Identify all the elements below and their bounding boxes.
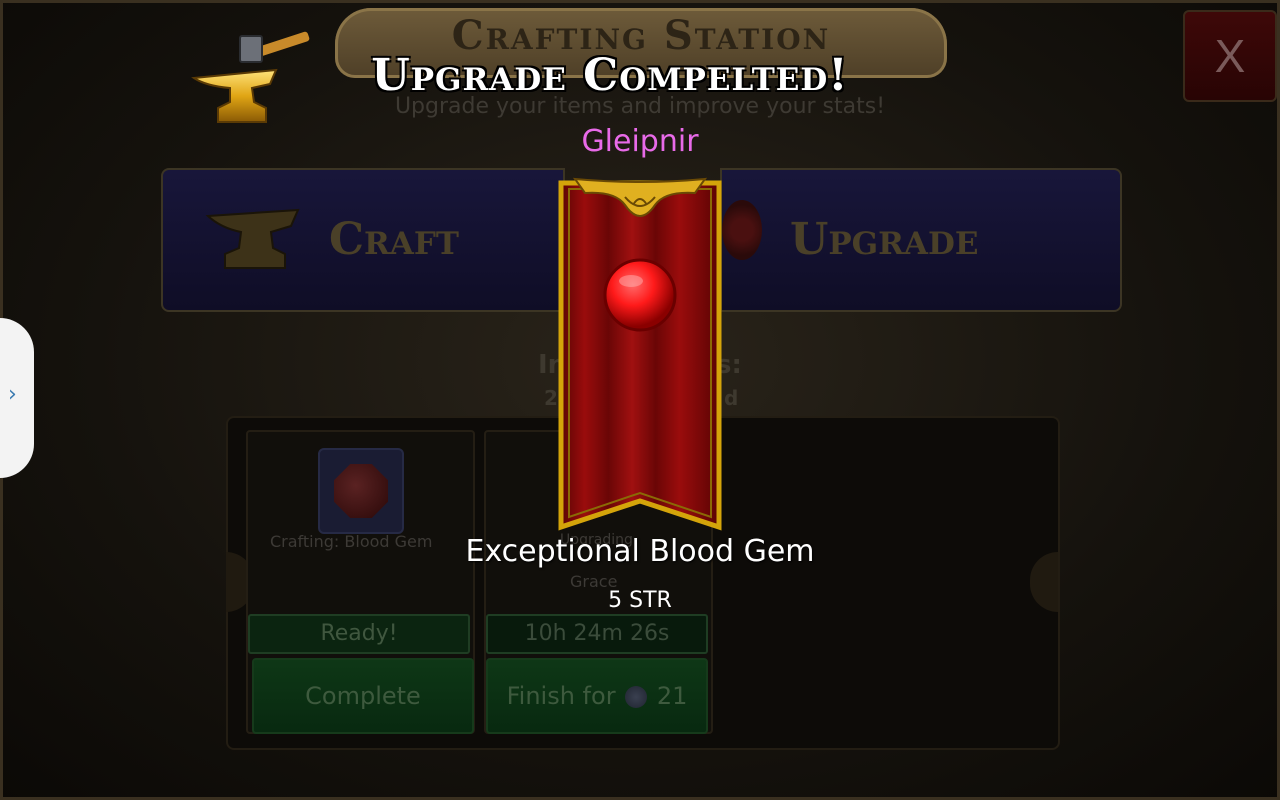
- close-button[interactable]: X: [1183, 10, 1277, 102]
- tab-upgrade-label: Upgrade: [790, 214, 979, 265]
- blood-gem-icon: [318, 448, 404, 534]
- coin-icon: [625, 686, 648, 708]
- reward-banner: [558, 177, 722, 531]
- craft-anvil-icon: [205, 208, 300, 269]
- upgraded-item-name: Gleipnir: [581, 124, 699, 159]
- anvil-hammer-icon: [191, 31, 310, 123]
- tab-craft[interactable]: Craft: [161, 168, 565, 312]
- finish-for-label: Finish for: [506, 682, 616, 710]
- complete-button[interactable]: Complete: [252, 658, 474, 734]
- chevron-right-icon: ›: [8, 382, 17, 407]
- reward-stat: 5 STR: [608, 588, 672, 613]
- side-drawer-handle[interactable]: ›: [0, 318, 34, 478]
- reward-name: Exceptional Blood Gem: [465, 534, 815, 569]
- upgrade-gem-icon: [722, 200, 762, 260]
- tab-craft-label: Craft: [329, 214, 459, 265]
- finish-cost: 21: [656, 682, 688, 710]
- slots-count-end: d: [724, 386, 739, 410]
- slot-1-status: Ready!: [248, 614, 470, 654]
- finish-for-button[interactable]: Finish for 21: [486, 658, 708, 734]
- slot-2-timer: 10h 24m 26s: [486, 614, 708, 654]
- popup-title: Upgrade Compelted!: [371, 50, 849, 101]
- tab-upgrade[interactable]: Upgrade: [720, 168, 1122, 312]
